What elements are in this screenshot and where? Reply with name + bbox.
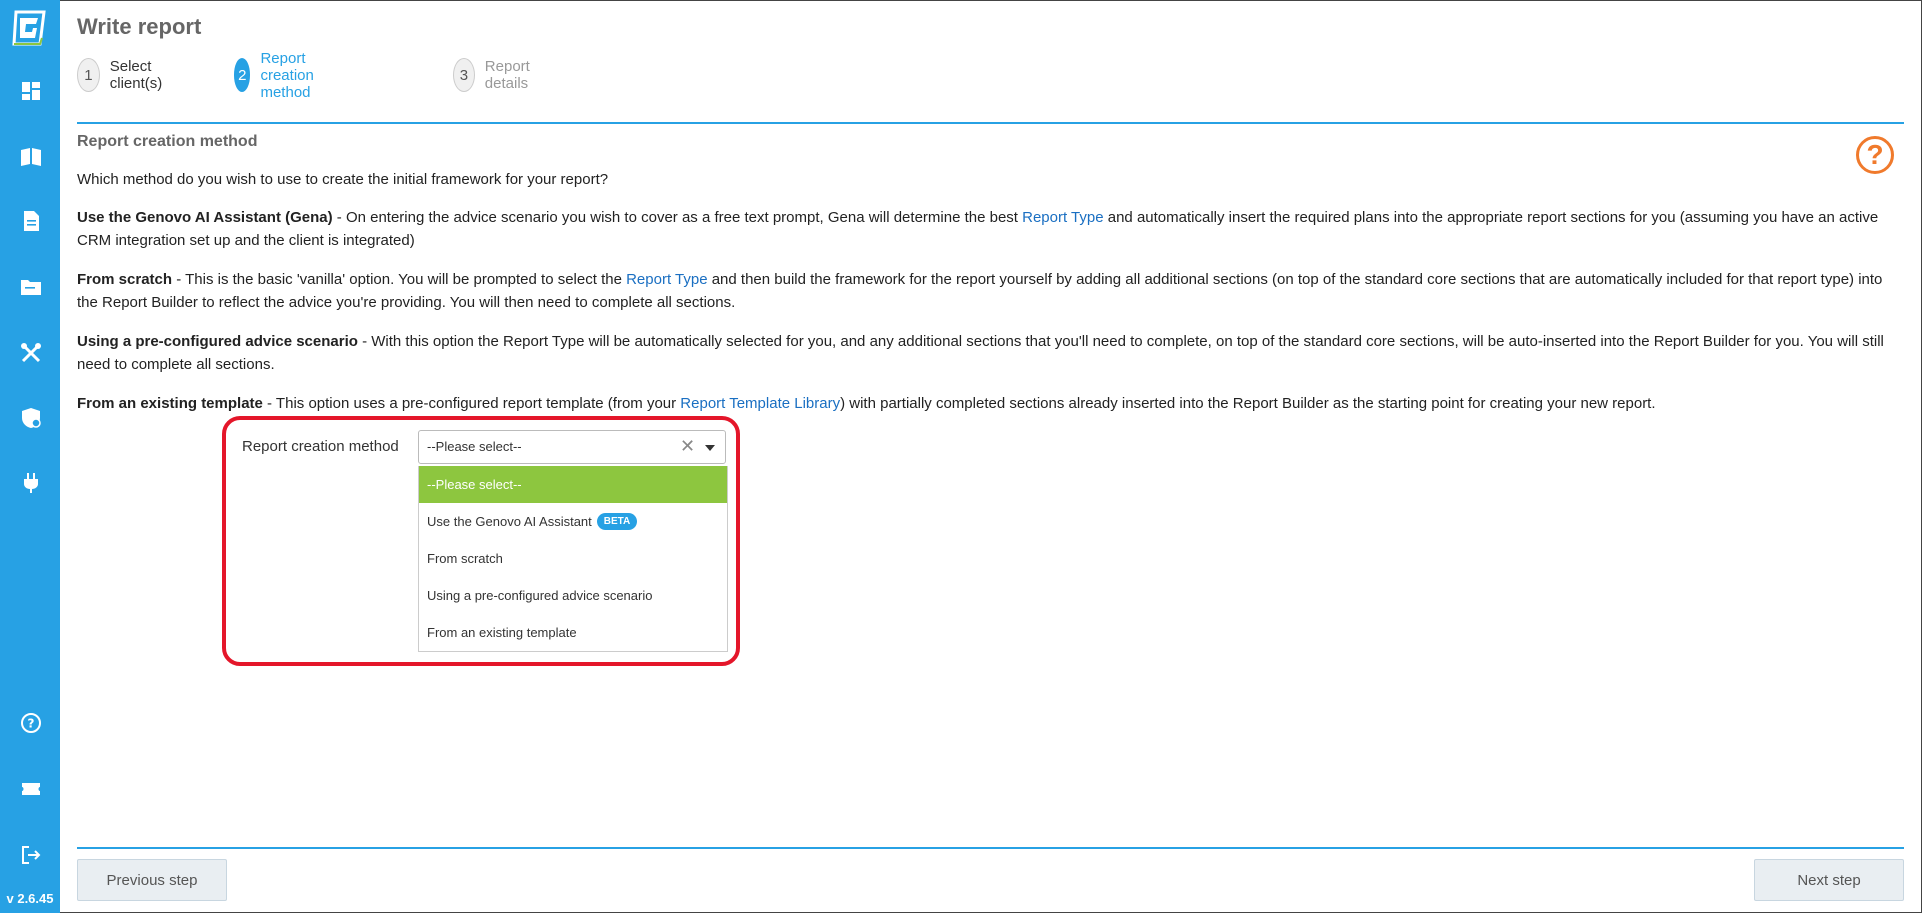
beta-badge: BETA xyxy=(596,513,638,530)
report-type-link[interactable]: Report Type xyxy=(1022,209,1103,226)
section-title: Report creation method xyxy=(77,133,258,150)
step-select-clients[interactable]: 1 Select client(s) xyxy=(77,58,174,92)
logo-icon[interactable] xyxy=(10,8,48,48)
method-description-scratch: From scratch - This is the basic 'vanill… xyxy=(77,268,1907,314)
sidebar: ? v 2.6.45 xyxy=(0,0,60,913)
step-number: 1 xyxy=(77,58,100,92)
intro-text: Which method do you wish to use to creat… xyxy=(77,171,609,188)
page-title: Write report xyxy=(77,14,202,39)
method-text: - This is the basic 'vanilla' option. Yo… xyxy=(172,271,627,288)
shield-icon[interactable] xyxy=(20,407,42,429)
method-description-gena: Use the Genovo AI Assistant (Gena) - On … xyxy=(77,206,1907,252)
book-icon[interactable] xyxy=(20,145,42,167)
ticket-icon[interactable] xyxy=(20,778,42,800)
step-label: Select client(s) xyxy=(109,58,163,92)
option-existing-template[interactable]: From an existing template xyxy=(419,614,727,651)
step-report-creation-method[interactable]: 2 Report creation method xyxy=(234,50,331,101)
app-version: v 2.6.45 xyxy=(6,891,54,906)
method-text: ) with partially completed sections alre… xyxy=(840,395,1656,412)
step-label: Report creation method xyxy=(260,49,314,101)
report-creation-method-label: Report creation method xyxy=(242,438,399,455)
footer-divider xyxy=(77,847,1904,849)
previous-step-button[interactable]: Previous step xyxy=(77,859,227,901)
option-please-select[interactable]: --Please select-- xyxy=(419,466,727,503)
method-description-template: From an existing template - This option … xyxy=(77,392,1907,415)
folder-icon[interactable] xyxy=(20,276,42,298)
method-title: Use the Genovo AI Assistant (Gena) xyxy=(77,209,333,226)
option-label: From an existing template xyxy=(427,625,577,640)
logout-icon[interactable] xyxy=(20,844,42,866)
step-report-details[interactable]: 3 Report details xyxy=(453,58,542,92)
step-label: Report details xyxy=(484,58,530,92)
document-icon[interactable] xyxy=(20,210,42,232)
tools-icon[interactable] xyxy=(20,342,42,364)
step-number: 3 xyxy=(453,58,475,92)
method-title: From an existing template xyxy=(77,395,263,412)
method-text: - On entering the advice scenario you wi… xyxy=(332,209,1023,226)
option-from-scratch[interactable]: From scratch xyxy=(419,540,727,577)
select-value: --Please select-- xyxy=(427,439,522,454)
help-icon[interactable]: ? xyxy=(20,712,42,734)
report-template-library-link[interactable]: Report Template Library xyxy=(680,395,840,412)
option-label: Use the Genovo AI Assistant xyxy=(427,514,592,529)
step-number: 2 xyxy=(234,58,251,92)
plug-icon[interactable] xyxy=(20,472,42,494)
method-text: - This option uses a pre-configured repo… xyxy=(262,395,681,412)
method-title: From scratch xyxy=(77,271,173,288)
method-description-preconfigured: Using a pre-configured advice scenario -… xyxy=(77,330,1907,376)
chevron-down-icon[interactable] xyxy=(705,445,715,451)
option-preconfigured-scenario[interactable]: Using a pre-configured advice scenario xyxy=(419,577,727,614)
svg-text:?: ? xyxy=(28,717,35,731)
report-creation-method-select[interactable]: --Please select-- ✕ xyxy=(418,430,726,464)
option-label: --Please select-- xyxy=(427,477,522,492)
dashboard-icon[interactable] xyxy=(20,80,42,102)
option-label: From scratch xyxy=(427,551,503,566)
report-type-link[interactable]: Report Type xyxy=(626,271,707,288)
next-step-button[interactable]: Next step xyxy=(1754,859,1904,901)
method-title: Using a pre-configured advice scenario xyxy=(77,333,358,350)
option-label: Using a pre-configured advice scenario xyxy=(427,588,653,603)
divider xyxy=(77,122,1904,124)
clear-icon[interactable]: ✕ xyxy=(680,437,695,455)
dropdown-menu: --Please select-- Use the Genovo AI Assi… xyxy=(418,466,728,652)
option-genovo-ai-assistant[interactable]: Use the Genovo AI Assistant BETA xyxy=(419,503,727,540)
